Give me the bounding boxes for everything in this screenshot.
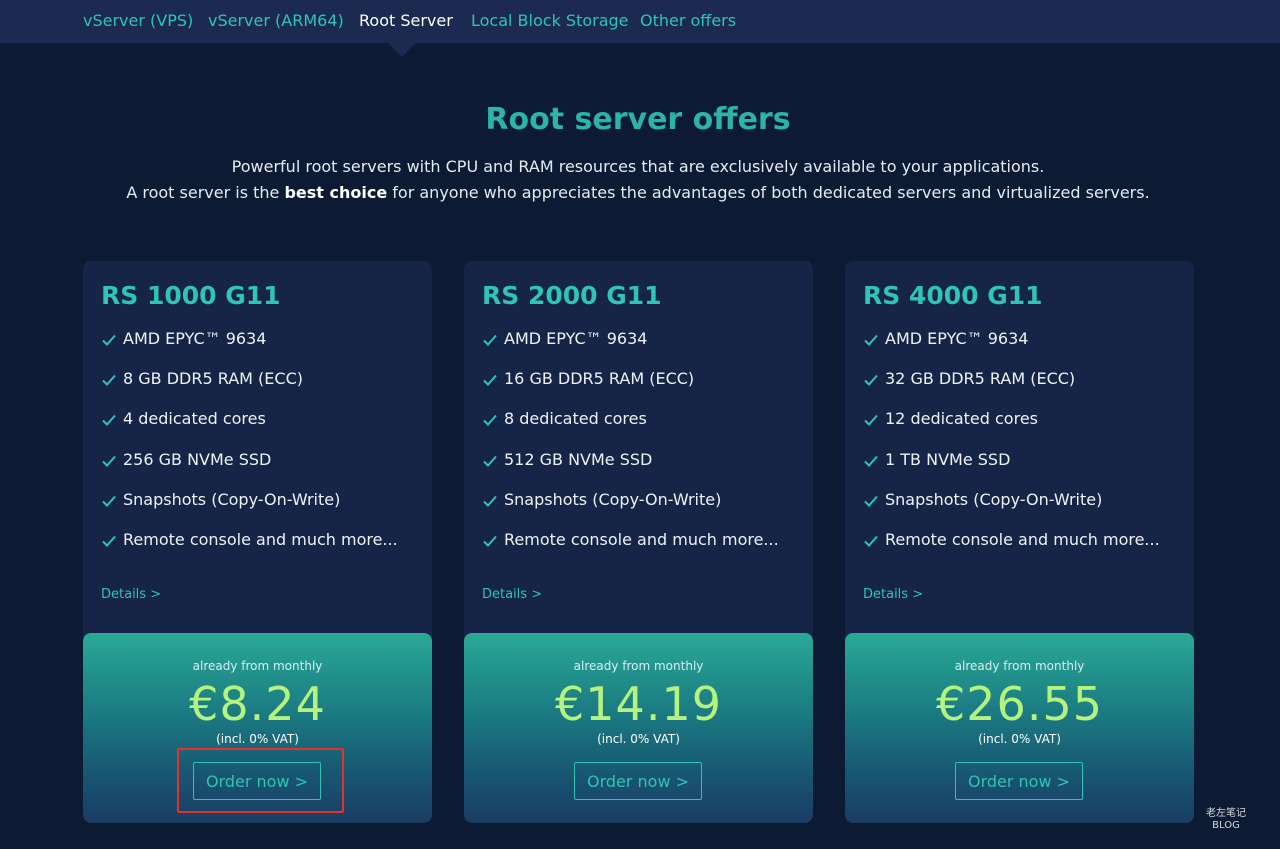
price-label: already from monthly — [573, 659, 704, 673]
feature-item: AMD EPYC™ 9634 — [482, 329, 779, 369]
price-box: already from monthly €14.19 (incl. 0% VA… — [464, 633, 813, 823]
feature-item: 32 GB DDR5 RAM (ECC) — [863, 369, 1160, 409]
vat-note: (incl. 0% VAT) — [978, 732, 1061, 746]
price-value: €8.24 — [189, 677, 326, 731]
nav-item-root-server[interactable]: Root Server — [359, 11, 453, 30]
check-icon — [102, 334, 116, 346]
feature-label: 512 GB NVMe SSD — [504, 449, 653, 469]
vat-note: (incl. 0% VAT) — [216, 732, 299, 746]
feature-label: 8 dedicated cores — [504, 409, 647, 429]
feature-list: AMD EPYC™ 9634 8 GB DDR5 RAM (ECC) 4 ded… — [101, 329, 398, 570]
feature-item: 4 dedicated cores — [101, 409, 398, 449]
offer-card-rs4000: RS 4000 G11 AMD EPYC™ 9634 32 GB DDR5 RA… — [845, 261, 1194, 823]
feature-label: 16 GB DDR5 RAM (ECC) — [504, 369, 695, 389]
watermark-line-1: 老左笔记 — [1206, 808, 1246, 819]
feature-label: AMD EPYC™ 9634 — [885, 329, 1029, 348]
feature-label: AMD EPYC™ 9634 — [123, 329, 267, 348]
feature-list: AMD EPYC™ 9634 32 GB DDR5 RAM (ECC) 12 d… — [863, 329, 1160, 570]
feature-label: 256 GB NVMe SSD — [123, 449, 272, 469]
check-icon — [864, 455, 878, 467]
nav-item-vserver-arm64[interactable]: vServer (ARM64) — [208, 11, 344, 30]
check-icon — [102, 455, 116, 467]
check-icon — [102, 415, 116, 427]
nav-item-other-offers[interactable]: Other offers — [640, 11, 736, 30]
price-label: already from monthly — [954, 659, 1085, 673]
feature-label: 1 TB NVMe SSD — [885, 449, 1011, 469]
feature-label: 4 dedicated cores — [123, 409, 266, 429]
check-icon — [483, 535, 497, 547]
feature-item: AMD EPYC™ 9634 — [863, 329, 1160, 369]
feature-label: 12 dedicated cores — [885, 409, 1038, 429]
feature-label: AMD EPYC™ 9634 — [504, 329, 648, 348]
intro-line-2: A root server is the best choice for any… — [0, 183, 1276, 202]
check-icon — [102, 535, 116, 547]
feature-label: Remote console and much more... — [504, 529, 779, 549]
page-title: Root server offers — [485, 102, 791, 137]
check-icon — [864, 375, 878, 387]
feature-item: 8 GB DDR5 RAM (ECC) — [101, 369, 398, 409]
intro-line-1: Powerful root servers with CPU and RAM r… — [231, 157, 1045, 176]
nav-item-local-block-storage[interactable]: Local Block Storage — [471, 11, 629, 30]
details-link[interactable]: Details > — [101, 587, 161, 602]
feature-item: Remote console and much more... — [482, 530, 779, 570]
nav-item-vserver-vps[interactable]: vServer (VPS) — [83, 11, 193, 30]
feature-item: 256 GB NVMe SSD — [101, 450, 398, 490]
check-icon — [483, 455, 497, 467]
check-icon — [864, 535, 878, 547]
feature-label: Snapshots (Copy-On-Write) — [123, 489, 341, 509]
feature-item: Snapshots (Copy-On-Write) — [482, 490, 779, 530]
price-label: already from monthly — [192, 659, 323, 673]
check-icon — [102, 495, 116, 507]
feature-item: 16 GB DDR5 RAM (ECC) — [482, 369, 779, 409]
intro-line-2-suffix: for anyone who appreciates the advantage… — [387, 183, 1150, 202]
feature-label: Remote console and much more... — [885, 529, 1160, 549]
feature-item: 512 GB NVMe SSD — [482, 450, 779, 490]
intro-highlight: best choice — [284, 183, 388, 202]
card-title: RS 1000 G11 — [101, 281, 281, 310]
price-value: €26.55 — [936, 677, 1103, 731]
details-link[interactable]: Details > — [482, 587, 542, 602]
feature-item: Snapshots (Copy-On-Write) — [863, 490, 1160, 530]
order-now-button[interactable]: Order now > — [193, 762, 321, 800]
feature-label: 32 GB DDR5 RAM (ECC) — [885, 369, 1076, 389]
feature-item: Remote console and much more... — [101, 530, 398, 570]
check-icon — [864, 495, 878, 507]
check-icon — [102, 375, 116, 387]
price-box: already from monthly €8.24 (incl. 0% VAT… — [83, 633, 432, 823]
feature-label: Snapshots (Copy-On-Write) — [504, 489, 722, 509]
feature-label: Snapshots (Copy-On-Write) — [885, 489, 1103, 509]
feature-item: Snapshots (Copy-On-Write) — [101, 490, 398, 530]
active-tab-pointer — [388, 43, 416, 57]
feature-label: 8 GB DDR5 RAM (ECC) — [123, 369, 303, 389]
feature-item: 12 dedicated cores — [863, 409, 1160, 449]
order-now-button[interactable]: Order now > — [955, 762, 1083, 800]
watermark: 老左笔记 BLOG — [1197, 808, 1255, 838]
feature-item: 8 dedicated cores — [482, 409, 779, 449]
intro-line-2-prefix: A root server is the — [126, 183, 285, 202]
price-value: €14.19 — [555, 677, 722, 731]
feature-item: Remote console and much more... — [863, 530, 1160, 570]
feature-label: Remote console and much more... — [123, 529, 398, 549]
price-box: already from monthly €26.55 (incl. 0% VA… — [845, 633, 1194, 823]
details-link[interactable]: Details > — [863, 587, 923, 602]
top-navigation: vServer (VPS) vServer (ARM64) Root Serve… — [0, 0, 1280, 43]
watermark-line-2: BLOG — [1212, 820, 1240, 831]
feature-item: 1 TB NVMe SSD — [863, 450, 1160, 490]
check-icon — [483, 415, 497, 427]
order-now-button[interactable]: Order now > — [574, 762, 702, 800]
feature-list: AMD EPYC™ 9634 16 GB DDR5 RAM (ECC) 8 de… — [482, 329, 779, 570]
offer-card-rs2000: RS 2000 G11 AMD EPYC™ 9634 16 GB DDR5 RA… — [464, 261, 813, 823]
check-icon — [864, 415, 878, 427]
check-icon — [483, 334, 497, 346]
check-icon — [483, 495, 497, 507]
feature-item: AMD EPYC™ 9634 — [101, 329, 398, 369]
card-title: RS 2000 G11 — [482, 281, 662, 310]
card-title: RS 4000 G11 — [863, 281, 1043, 310]
vat-note: (incl. 0% VAT) — [597, 732, 680, 746]
offer-card-rs1000: RS 1000 G11 AMD EPYC™ 9634 8 GB DDR5 RAM… — [83, 261, 432, 823]
check-icon — [483, 375, 497, 387]
check-icon — [864, 334, 878, 346]
